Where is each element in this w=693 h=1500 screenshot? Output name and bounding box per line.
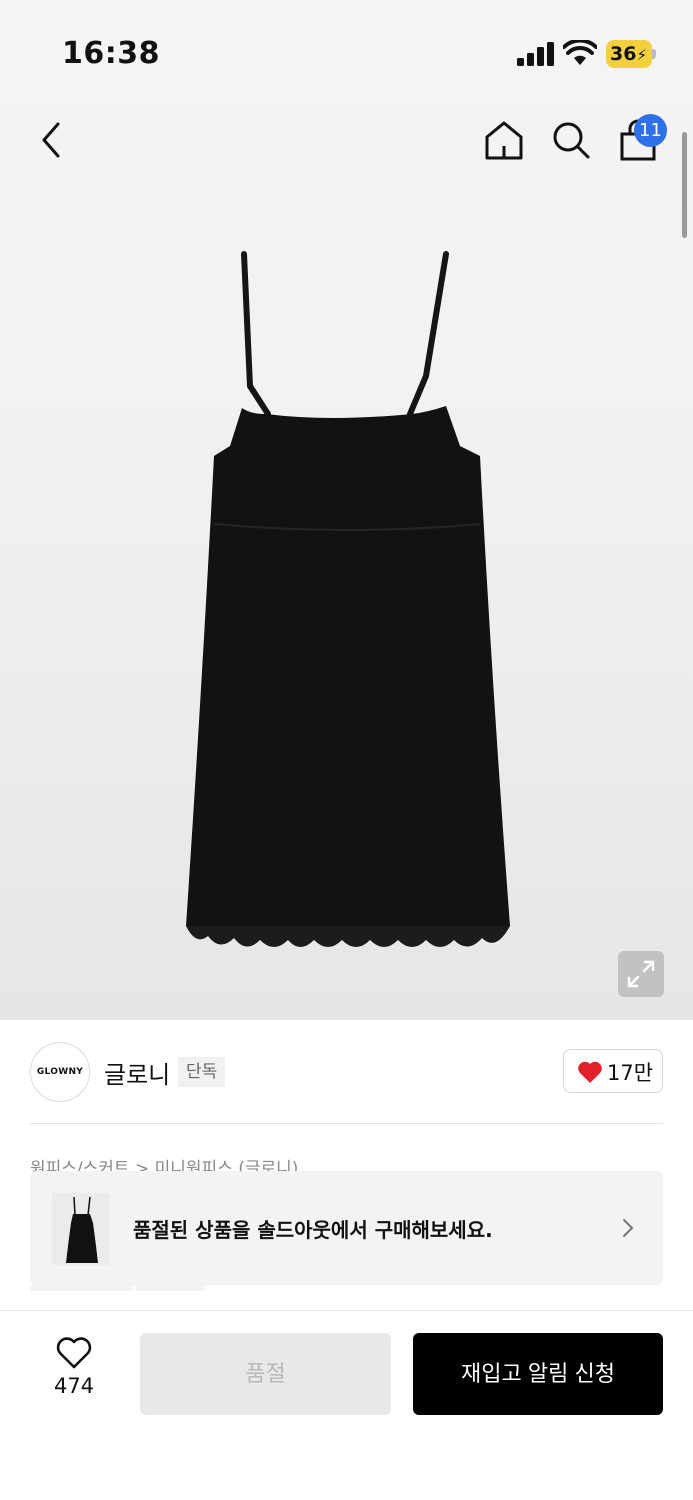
- partial-chips: [30, 1285, 205, 1293]
- soldout-banner-text: 품절된 상품을 솔드아웃에서 구매해보세요.: [133, 1218, 493, 1242]
- heart-filled-icon: [578, 1061, 602, 1083]
- banner-product-thumbnail: [52, 1193, 110, 1265]
- battery-level: 36: [610, 43, 637, 65]
- brand-name[interactable]: 글로니: [104, 1055, 170, 1090]
- heart-outline-icon: [56, 1337, 92, 1369]
- wish-count: 474: [53, 1374, 95, 1398]
- divider: [30, 1123, 663, 1124]
- bottom-bar-divider: [0, 1310, 693, 1311]
- wish-button[interactable]: 474: [44, 1336, 104, 1406]
- status-time: 16:38: [62, 36, 160, 71]
- product-photo: [186, 251, 510, 947]
- restock-alert-button[interactable]: 재입고 알림 신청: [413, 1333, 663, 1415]
- expand-icon[interactable]: [618, 951, 664, 997]
- bag-count-badge: 11: [634, 114, 667, 147]
- soldout-button[interactable]: 품절: [140, 1333, 391, 1415]
- exclusive-tag: 단독: [178, 1057, 226, 1087]
- battery-icon: 36⚡: [606, 40, 656, 68]
- signal-icon: [517, 42, 554, 66]
- back-icon[interactable]: [36, 120, 70, 160]
- chevron-right-icon: [623, 1219, 634, 1237]
- home-icon[interactable]: [482, 118, 526, 162]
- scrollbar[interactable]: [682, 132, 687, 238]
- breadcrumb[interactable]: 원피스/스커트 > 미니원피스 (글로니): [30, 1152, 298, 1172]
- search-icon[interactable]: [549, 118, 593, 162]
- wifi-icon: [563, 40, 597, 65]
- brand-like-button[interactable]: 17만: [563, 1049, 663, 1093]
- brand-like-count: 17만: [607, 1061, 654, 1085]
- soldout-banner[interactable]: 품절된 상품을 솔드아웃에서 구매해보세요.: [30, 1171, 663, 1285]
- brand-logo[interactable]: GLOWNY: [30, 1042, 90, 1102]
